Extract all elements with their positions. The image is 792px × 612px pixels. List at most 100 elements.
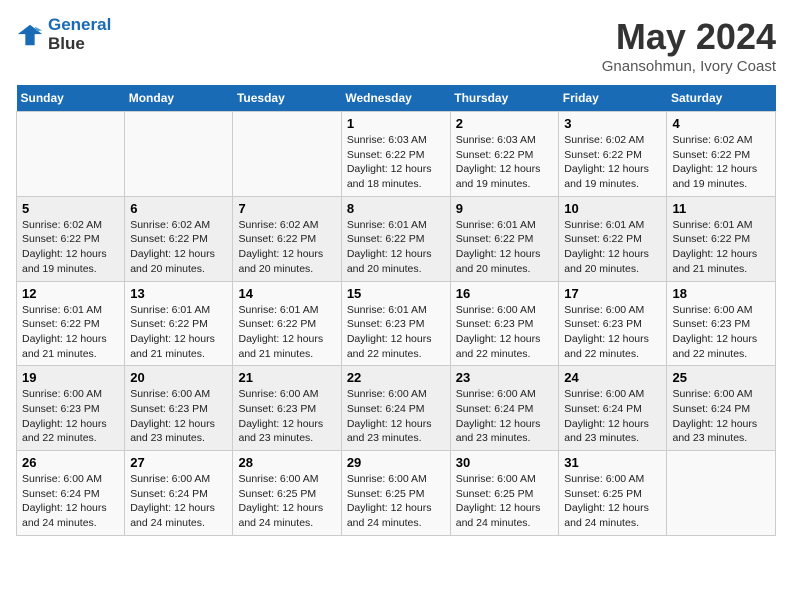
- day-number: 25: [672, 370, 770, 385]
- calendar-cell: 6 Sunrise: 6:02 AM Sunset: 6:22 PM Daylig…: [125, 196, 233, 281]
- day-number: 30: [456, 455, 554, 470]
- day-info: Sunrise: 6:00 AM Sunset: 6:24 PM Dayligh…: [130, 472, 227, 531]
- calendar-week-5: 26 Sunrise: 6:00 AM Sunset: 6:24 PM Dayli…: [17, 451, 776, 536]
- day-number: 5: [22, 201, 119, 216]
- calendar-cell: 28Sunrise: 6:00 AM Sunset: 6:25 PM Dayli…: [233, 451, 341, 536]
- header-day-tuesday: Tuesday: [233, 85, 341, 112]
- calendar-cell: 19 Sunrise: 6:00 AM Sunset: 6:23 PM Dayli…: [17, 366, 125, 451]
- day-number: 8: [347, 201, 445, 216]
- calendar-cell: 10 Sunrise: 6:01 AM Sunset: 6:22 PM Dayli…: [559, 196, 667, 281]
- header-day-friday: Friday: [559, 85, 667, 112]
- day-info: Sunrise: 6:01 AM Sunset: 6:22 PM Dayligh…: [22, 303, 119, 362]
- calendar-cell: 5 Sunrise: 6:02 AM Sunset: 6:22 PM Daylig…: [17, 196, 125, 281]
- header-day-saturday: Saturday: [667, 85, 776, 112]
- day-number: 11: [672, 201, 770, 216]
- calendar-cell: 16Sunrise: 6:00 AM Sunset: 6:23 PM Dayli…: [450, 281, 559, 366]
- day-info: Sunrise: 6:00 AM Sunset: 6:23 PM Dayligh…: [130, 387, 227, 446]
- calendar-cell: 15 Sunrise: 6:01 AM Sunset: 6:23 PM Dayli…: [341, 281, 450, 366]
- day-info: Sunrise: 6:03 AM Sunset: 6:22 PM Dayligh…: [347, 133, 445, 192]
- day-info: Sunrise: 6:02 AM Sunset: 6:22 PM Dayligh…: [564, 133, 661, 192]
- calendar-cell: 26Sunrise: 6:00 AM Sunset: 6:24 PM Dayli…: [17, 451, 125, 536]
- day-number: 18: [672, 286, 770, 301]
- day-number: 2: [456, 116, 554, 131]
- day-number: 6: [130, 201, 227, 216]
- day-info: Sunrise: 6:01 AM Sunset: 6:22 PM Dayligh…: [238, 303, 335, 362]
- title-block: May 2024 Gnansohmun, Ivory Coast: [602, 16, 776, 75]
- day-info: Sunrise: 6:00 AM Sunset: 6:23 PM Dayligh…: [22, 387, 119, 446]
- calendar-body: 1Sunrise: 6:03 AM Sunset: 6:22 PM Daylig…: [17, 112, 776, 536]
- calendar-week-2: 5 Sunrise: 6:02 AM Sunset: 6:22 PM Daylig…: [17, 196, 776, 281]
- day-info: Sunrise: 6:00 AM Sunset: 6:24 PM Dayligh…: [672, 387, 770, 446]
- calendar-cell: 20 Sunrise: 6:00 AM Sunset: 6:23 PM Dayli…: [125, 366, 233, 451]
- day-number: 24: [564, 370, 661, 385]
- calendar-cell: 14 Sunrise: 6:01 AM Sunset: 6:22 PM Dayli…: [233, 281, 341, 366]
- calendar-cell: 7Sunrise: 6:02 AM Sunset: 6:22 PM Daylig…: [233, 196, 341, 281]
- day-info: Sunrise: 6:00 AM Sunset: 6:24 PM Dayligh…: [347, 387, 445, 446]
- day-info: Sunrise: 6:00 AM Sunset: 6:23 PM Dayligh…: [672, 303, 770, 362]
- day-number: 10: [564, 201, 661, 216]
- day-number: 15: [347, 286, 445, 301]
- calendar-cell: 18 Sunrise: 6:00 AM Sunset: 6:23 PM Dayli…: [667, 281, 776, 366]
- calendar-cell: [667, 451, 776, 536]
- calendar-cell: [125, 112, 233, 197]
- calendar-cell: 31 Sunrise: 6:00 AM Sunset: 6:25 PM Dayli…: [559, 451, 667, 536]
- calendar-cell: 8Sunrise: 6:01 AM Sunset: 6:22 PM Daylig…: [341, 196, 450, 281]
- day-info: Sunrise: 6:01 AM Sunset: 6:22 PM Dayligh…: [672, 218, 770, 277]
- day-info: Sunrise: 6:02 AM Sunset: 6:22 PM Dayligh…: [238, 218, 335, 277]
- day-info: Sunrise: 6:00 AM Sunset: 6:24 PM Dayligh…: [456, 387, 554, 446]
- day-number: 3: [564, 116, 661, 131]
- logo-text: General Blue: [48, 16, 111, 53]
- day-number: 28: [238, 455, 335, 470]
- day-number: 27: [130, 455, 227, 470]
- day-info: Sunrise: 6:01 AM Sunset: 6:23 PM Dayligh…: [347, 303, 445, 362]
- day-info: Sunrise: 6:03 AM Sunset: 6:22 PM Dayligh…: [456, 133, 554, 192]
- day-number: 22: [347, 370, 445, 385]
- calendar-cell: 3 Sunrise: 6:02 AM Sunset: 6:22 PM Daylig…: [559, 112, 667, 197]
- day-number: 20: [130, 370, 227, 385]
- calendar-week-1: 1Sunrise: 6:03 AM Sunset: 6:22 PM Daylig…: [17, 112, 776, 197]
- header-day-sunday: Sunday: [17, 85, 125, 112]
- calendar-cell: 29Sunrise: 6:00 AM Sunset: 6:25 PM Dayli…: [341, 451, 450, 536]
- day-number: 21: [238, 370, 335, 385]
- calendar-cell: 12 Sunrise: 6:01 AM Sunset: 6:22 PM Dayli…: [17, 281, 125, 366]
- calendar-cell: 13 Sunrise: 6:01 AM Sunset: 6:22 PM Dayli…: [125, 281, 233, 366]
- calendar-cell: 11 Sunrise: 6:01 AM Sunset: 6:22 PM Dayli…: [667, 196, 776, 281]
- day-info: Sunrise: 6:00 AM Sunset: 6:23 PM Dayligh…: [238, 387, 335, 446]
- calendar-cell: 4 Sunrise: 6:02 AM Sunset: 6:22 PM Daylig…: [667, 112, 776, 197]
- day-number: 26: [22, 455, 119, 470]
- day-number: 29: [347, 455, 445, 470]
- day-info: Sunrise: 6:01 AM Sunset: 6:22 PM Dayligh…: [564, 218, 661, 277]
- month-title: May 2024: [602, 16, 776, 58]
- calendar-cell: 9Sunrise: 6:01 AM Sunset: 6:22 PM Daylig…: [450, 196, 559, 281]
- location-subtitle: Gnansohmun, Ivory Coast: [602, 58, 776, 75]
- calendar-cell: 17 Sunrise: 6:00 AM Sunset: 6:23 PM Dayli…: [559, 281, 667, 366]
- day-info: Sunrise: 6:02 AM Sunset: 6:22 PM Dayligh…: [672, 133, 770, 192]
- calendar-cell: [233, 112, 341, 197]
- day-number: 23: [456, 370, 554, 385]
- calendar-cell: 24Sunrise: 6:00 AM Sunset: 6:24 PM Dayli…: [559, 366, 667, 451]
- day-info: Sunrise: 6:01 AM Sunset: 6:22 PM Dayligh…: [130, 303, 227, 362]
- day-info: Sunrise: 6:01 AM Sunset: 6:22 PM Dayligh…: [456, 218, 554, 277]
- calendar-cell: 30 Sunrise: 6:00 AM Sunset: 6:25 PM Dayli…: [450, 451, 559, 536]
- calendar-table: SundayMondayTuesdayWednesdayThursdayFrid…: [16, 85, 776, 536]
- calendar-cell: 21 Sunrise: 6:00 AM Sunset: 6:23 PM Dayli…: [233, 366, 341, 451]
- day-info: Sunrise: 6:02 AM Sunset: 6:22 PM Dayligh…: [22, 218, 119, 277]
- day-info: Sunrise: 6:00 AM Sunset: 6:23 PM Dayligh…: [564, 303, 661, 362]
- day-info: Sunrise: 6:02 AM Sunset: 6:22 PM Dayligh…: [130, 218, 227, 277]
- calendar-cell: 25 Sunrise: 6:00 AM Sunset: 6:24 PM Dayli…: [667, 366, 776, 451]
- calendar-cell: 2 Sunrise: 6:03 AM Sunset: 6:22 PM Daylig…: [450, 112, 559, 197]
- day-info: Sunrise: 6:00 AM Sunset: 6:25 PM Dayligh…: [456, 472, 554, 531]
- logo-icon: [16, 21, 44, 49]
- day-number: 12: [22, 286, 119, 301]
- day-number: 14: [238, 286, 335, 301]
- day-number: 4: [672, 116, 770, 131]
- day-info: Sunrise: 6:00 AM Sunset: 6:25 PM Dayligh…: [564, 472, 661, 531]
- calendar-cell: 1Sunrise: 6:03 AM Sunset: 6:22 PM Daylig…: [341, 112, 450, 197]
- day-number: 13: [130, 286, 227, 301]
- calendar-week-4: 19 Sunrise: 6:00 AM Sunset: 6:23 PM Dayli…: [17, 366, 776, 451]
- page-header: General Blue May 2024 Gnansohmun, Ivory …: [16, 16, 776, 75]
- day-number: 17: [564, 286, 661, 301]
- day-number: 31: [564, 455, 661, 470]
- calendar-header-row: SundayMondayTuesdayWednesdayThursdayFrid…: [17, 85, 776, 112]
- day-number: 19: [22, 370, 119, 385]
